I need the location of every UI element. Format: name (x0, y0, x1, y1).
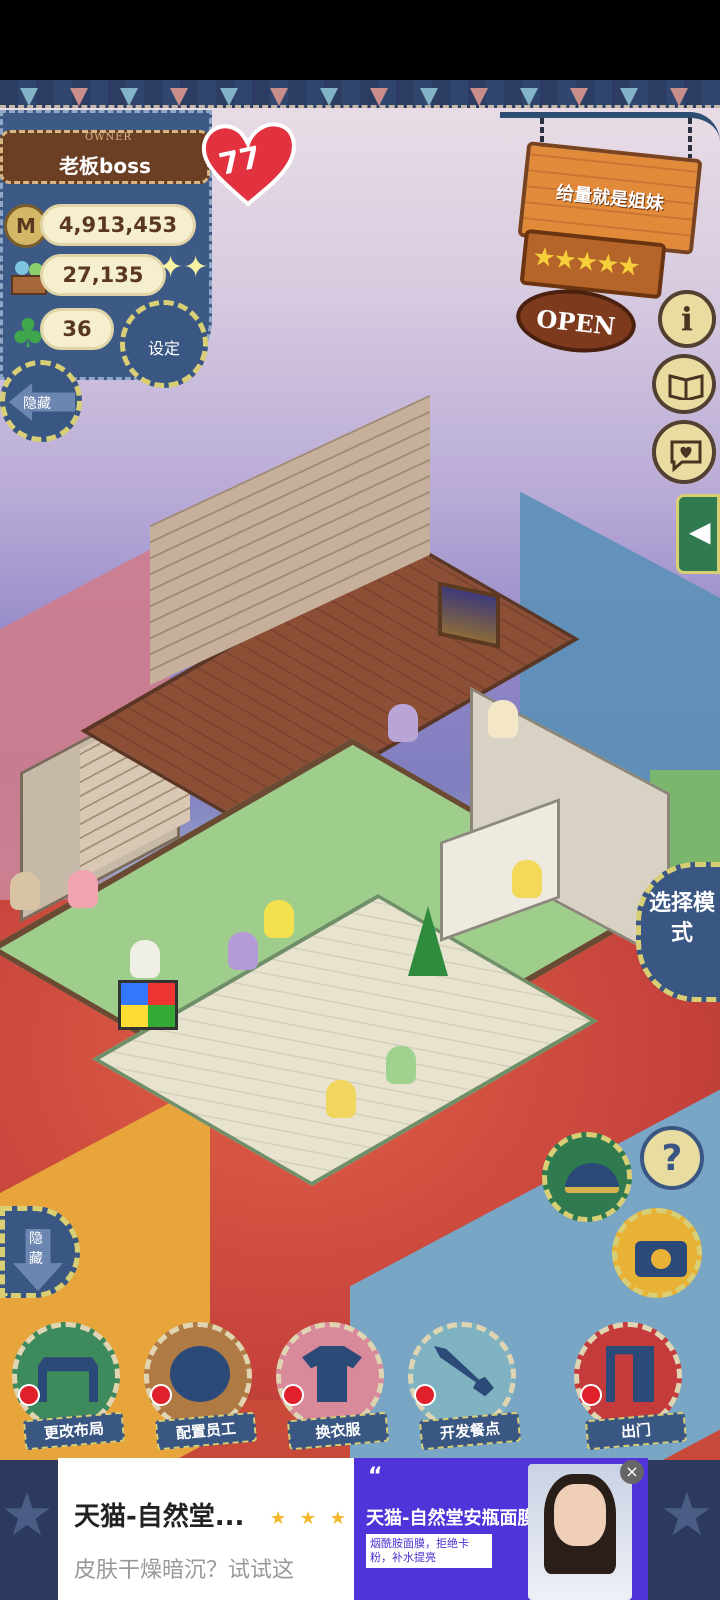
book-icon (668, 374, 704, 400)
shop-name: 给量就是姐妹 (555, 182, 665, 215)
staff-bunny[interactable] (488, 700, 518, 738)
food-stat: 27,135 (40, 254, 166, 296)
staff-bear[interactable] (388, 704, 418, 742)
sign-chain (688, 118, 692, 158)
customer-frog[interactable] (386, 1046, 416, 1084)
open-label: OPEN (534, 303, 617, 342)
settings-label: 设定 (147, 339, 180, 358)
info-icon: i (680, 300, 694, 338)
food-value: 27,135 (62, 263, 144, 287)
chat-heart-icon (670, 440, 702, 472)
customer-pig[interactable] (68, 870, 98, 908)
hide-panel-label: 隐藏 (23, 396, 51, 412)
sparkle-icon: ✦✦ (158, 250, 209, 285)
hat-button[interactable] (542, 1132, 632, 1222)
develop-menu-button[interactable]: 开发餐点 (400, 1322, 522, 1452)
hide-panel-button[interactable]: 隐藏 (0, 360, 82, 442)
chat-heart-button[interactable] (652, 420, 716, 484)
ad-banner-title: 天猫-自然堂安瓶面膜 (366, 1508, 536, 1529)
info-button[interactable]: i (658, 290, 716, 348)
customer-dog[interactable] (10, 872, 40, 910)
star-decoration-icon: ★ (660, 1480, 714, 1550)
star-decoration-icon: ★ (0, 1480, 54, 1550)
go-out-button[interactable]: 出门 (566, 1322, 696, 1452)
change-clothes-button[interactable]: 换衣服 (268, 1322, 390, 1452)
question-icon: ? (661, 1138, 683, 1179)
bear-icon (170, 1346, 230, 1402)
ad-photo-face (554, 1484, 606, 1546)
pin-icon (150, 1384, 172, 1406)
side-drawer-tab[interactable]: ◀ (676, 494, 720, 574)
owner-caption: OWNER (85, 132, 133, 143)
shop-stars: ★★★★★ (530, 241, 640, 283)
customer-chick[interactable] (264, 900, 294, 938)
status-bar (0, 0, 720, 80)
customer-chick-kitchen[interactable] (512, 860, 542, 898)
customer-duck[interactable] (326, 1080, 356, 1118)
ad-banner[interactable]: 天猫-自然堂... ★ ★ ★ ★ 皮肤干燥暗沉？试试这 “ 天猫-自然堂安瓶面… (58, 1458, 648, 1600)
change-layout-button[interactable]: 更改布局 (4, 1322, 126, 1452)
coins-value: 4,913,453 (58, 213, 178, 237)
decor-tree (408, 906, 448, 976)
camera-icon (635, 1241, 687, 1277)
pin-icon (414, 1384, 436, 1406)
ad-photo (528, 1464, 632, 1600)
ad-subtitle: 皮肤干燥暗沉？试试这 (74, 1558, 295, 1583)
assign-staff-button[interactable]: 配置员工 (136, 1322, 258, 1452)
pin-icon (18, 1384, 40, 1406)
camera-button[interactable] (612, 1208, 702, 1298)
hide-bottom-label: 隐藏 (29, 1231, 43, 1267)
help-button[interactable]: ? (640, 1126, 704, 1190)
select-mode-label: 选择模式 (648, 891, 715, 946)
settings-button[interactable]: 设定 (120, 300, 208, 388)
clovers-stat: 36 (40, 308, 114, 350)
close-icon[interactable]: × (620, 1460, 644, 1484)
ad-banner-desc: 烟酰胺面膜，拒绝卡粉，补水提亮 (366, 1534, 492, 1568)
pin-icon (282, 1384, 304, 1406)
coins-stat: 4,913,453 (40, 204, 196, 246)
guide-book-button[interactable] (652, 354, 716, 414)
hat-icon (565, 1163, 619, 1193)
customer-bear[interactable] (228, 932, 258, 970)
customer-cow[interactable] (130, 940, 160, 978)
ad-title: 天猫-自然堂... (74, 1502, 245, 1532)
owner-name: 老板boss (59, 154, 151, 178)
pin-icon (580, 1384, 602, 1406)
clovers-value: 36 (62, 317, 92, 341)
rubik-cube-decor (118, 980, 178, 1030)
ad-quote: “ (368, 1464, 383, 1489)
chevron-left-icon: ◀ (689, 515, 711, 548)
heart-icon[interactable]: 77 (200, 118, 296, 210)
